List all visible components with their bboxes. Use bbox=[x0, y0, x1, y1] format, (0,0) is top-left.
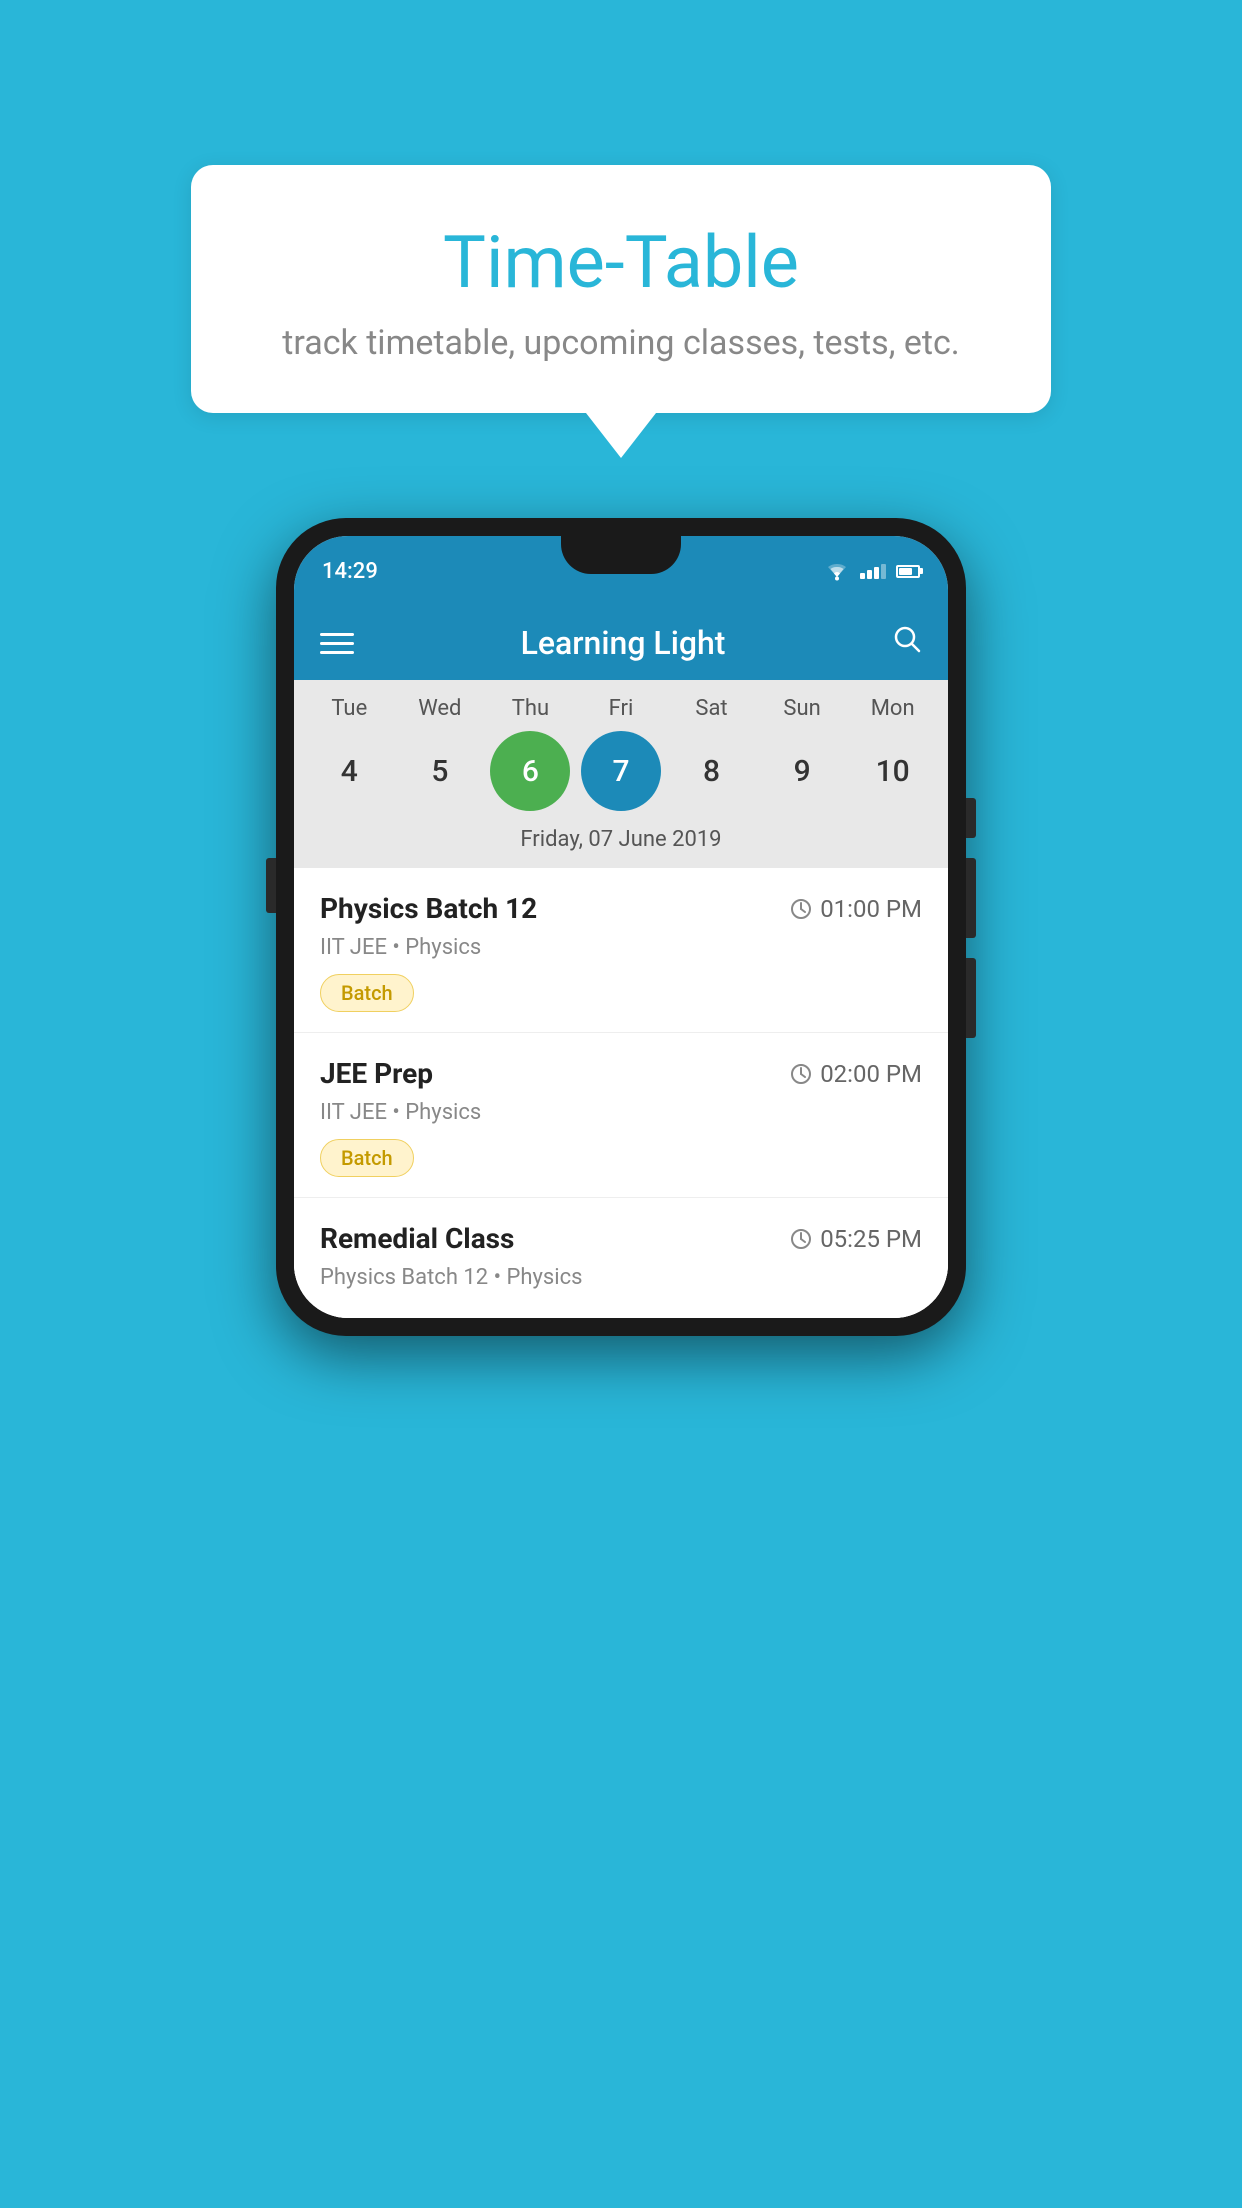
class-2-badge: Batch bbox=[320, 1139, 414, 1177]
day-header-sat: Sat bbox=[672, 696, 752, 721]
speech-bubble-subtitle: track timetable, upcoming classes, tests… bbox=[251, 323, 991, 363]
class-1-meta: IIT JEE • Physics bbox=[320, 935, 922, 960]
phone-wrapper: 14:29 bbox=[276, 518, 966, 1336]
app-top-bar: Learning Light bbox=[294, 606, 948, 680]
speech-bubble-title: Time-Table bbox=[251, 220, 991, 305]
notch-cutout bbox=[561, 536, 681, 574]
class-2-time: 02:00 PM bbox=[790, 1060, 922, 1088]
class-item-1[interactable]: Physics Batch 12 01:00 PM IIT JEE • Phys… bbox=[294, 868, 948, 1033]
class-item-3[interactable]: Remedial Class 05:25 PM Physics Batch 12… bbox=[294, 1198, 948, 1318]
speech-bubble-wrapper: Time-Table track timetable, upcoming cla… bbox=[191, 165, 1051, 458]
class-item-2-header: JEE Prep 02:00 PM bbox=[320, 1057, 922, 1090]
class-list: Physics Batch 12 01:00 PM IIT JEE • Phys… bbox=[294, 868, 948, 1318]
class-2-meta: IIT JEE • Physics bbox=[320, 1100, 922, 1125]
day-5[interactable]: 5 bbox=[400, 731, 480, 811]
day-header-fri: Fri bbox=[581, 696, 661, 721]
class-3-time-text: 05:25 PM bbox=[820, 1225, 922, 1253]
day-header-wed: Wed bbox=[400, 696, 480, 721]
day-9[interactable]: 9 bbox=[762, 731, 842, 811]
volume-down-button[interactable] bbox=[966, 958, 976, 1038]
phone-screen: 14:29 bbox=[294, 536, 948, 1318]
class-3-time: 05:25 PM bbox=[790, 1225, 922, 1253]
day-6-today[interactable]: 6 bbox=[490, 731, 570, 811]
phone-frame: 14:29 bbox=[276, 518, 966, 1336]
class-2-name: JEE Prep bbox=[320, 1057, 433, 1090]
class-1-name: Physics Batch 12 bbox=[320, 892, 537, 925]
search-button[interactable] bbox=[892, 624, 922, 662]
class-2-time-text: 02:00 PM bbox=[820, 1060, 922, 1088]
selected-date-label: Friday, 07 June 2019 bbox=[304, 827, 938, 868]
clock-icon-3 bbox=[790, 1228, 812, 1250]
speech-bubble-arrow bbox=[586, 413, 656, 458]
day-header-mon: Mon bbox=[853, 696, 933, 721]
battery-icon bbox=[896, 565, 920, 578]
class-1-time: 01:00 PM bbox=[790, 895, 922, 923]
class-item-1-header: Physics Batch 12 01:00 PM bbox=[320, 892, 922, 925]
status-bar: 14:29 bbox=[294, 536, 948, 606]
app-title: Learning Light bbox=[521, 624, 726, 662]
day-numbers: 4 5 6 7 8 9 10 bbox=[304, 731, 938, 811]
day-4[interactable]: 4 bbox=[309, 731, 389, 811]
class-1-badge: Batch bbox=[320, 974, 414, 1012]
speech-bubble: Time-Table track timetable, upcoming cla… bbox=[191, 165, 1051, 413]
class-3-name: Remedial Class bbox=[320, 1222, 514, 1255]
clock-icon-1 bbox=[790, 898, 812, 920]
volume-button[interactable] bbox=[266, 858, 276, 913]
day-headers: Tue Wed Thu Fri Sat Sun Mon bbox=[304, 696, 938, 721]
class-item-2[interactable]: JEE Prep 02:00 PM IIT JEE • Physics Batc… bbox=[294, 1033, 948, 1198]
power-button[interactable] bbox=[966, 798, 976, 838]
calendar-strip: Tue Wed Thu Fri Sat Sun Mon 4 5 6 7 8 9 … bbox=[294, 680, 948, 868]
class-1-time-text: 01:00 PM bbox=[820, 895, 922, 923]
day-header-tue: Tue bbox=[309, 696, 389, 721]
day-7-selected[interactable]: 7 bbox=[581, 731, 661, 811]
class-3-meta: Physics Batch 12 • Physics bbox=[320, 1265, 922, 1290]
day-header-thu: Thu bbox=[490, 696, 570, 721]
signal-icon bbox=[860, 564, 886, 579]
status-icons bbox=[824, 561, 920, 581]
volume-up-button[interactable] bbox=[966, 858, 976, 938]
day-header-sun: Sun bbox=[762, 696, 842, 721]
day-8[interactable]: 8 bbox=[672, 731, 752, 811]
menu-button[interactable] bbox=[320, 633, 354, 654]
day-10[interactable]: 10 bbox=[853, 731, 933, 811]
status-time: 14:29 bbox=[322, 559, 378, 584]
clock-icon-2 bbox=[790, 1063, 812, 1085]
wifi-icon bbox=[824, 561, 850, 581]
class-item-3-header: Remedial Class 05:25 PM bbox=[320, 1222, 922, 1255]
